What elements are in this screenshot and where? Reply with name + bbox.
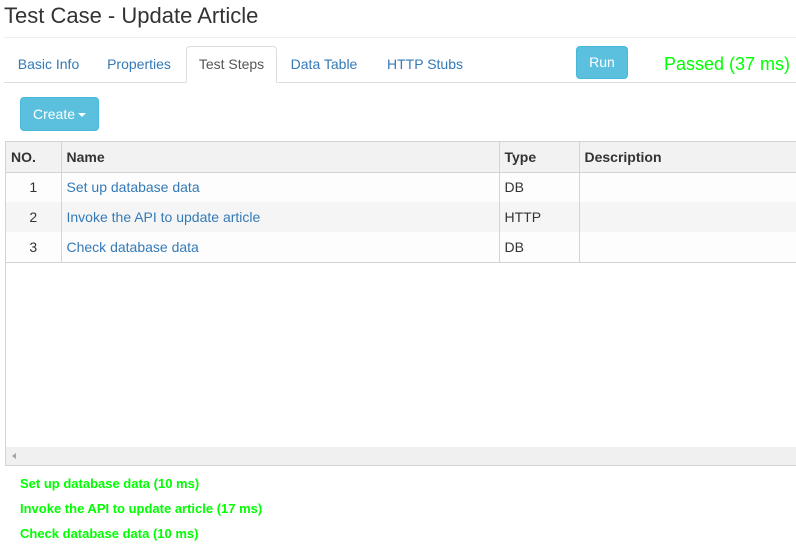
cell-no: 3 — [6, 232, 62, 263]
cell-description[interactable] — [579, 232, 796, 263]
tab-basic-info[interactable]: Basic Info — [4, 46, 93, 82]
horizontal-scrollbar[interactable] — [6, 447, 796, 465]
step-result: Set up database data (10 ms) — [20, 476, 200, 491]
title-divider — [4, 37, 796, 38]
column-header-description[interactable]: Description — [579, 142, 796, 173]
step-result: Check database data (10 ms) — [20, 526, 199, 541]
cell-no: 1 — [6, 172, 62, 202]
step-results: Set up database data (10 ms) Invoke the … — [20, 474, 262, 549]
cell-no: 2 — [6, 202, 62, 232]
cell-name: Check database data — [61, 232, 500, 263]
tab-data-table[interactable]: Data Table — [278, 46, 370, 82]
table-row[interactable]: 2 Invoke the API to update article HTTP — [6, 202, 796, 232]
column-header-no[interactable]: NO. — [6, 142, 62, 173]
tab-test-steps[interactable]: Test Steps — [186, 46, 277, 83]
page-title: Test Case - Update Article — [4, 3, 259, 28]
step-name-link[interactable]: Check database data — [67, 239, 199, 255]
table-row[interactable]: 1 Set up database data DB — [6, 172, 796, 202]
cell-type: HTTP — [499, 202, 580, 232]
cell-description[interactable] — [579, 202, 796, 232]
step-name-link[interactable]: Invoke the API to update article — [67, 209, 261, 225]
column-header-type[interactable]: Type — [499, 142, 580, 173]
caret-down-icon — [78, 113, 87, 118]
cell-type: DB — [499, 232, 580, 263]
column-header-name[interactable]: Name — [61, 142, 500, 173]
table-header-row: NO. Name Type Description — [6, 142, 796, 173]
create-dropdown-button[interactable]: Create — [20, 97, 99, 131]
cell-type: DB — [499, 172, 580, 202]
cell-description[interactable] — [579, 172, 796, 202]
tab-properties[interactable]: Properties — [93, 46, 185, 82]
create-label: Create — [32, 106, 76, 122]
test-steps-table: NO. Name Type Description 1 Set up datab… — [6, 142, 796, 263]
step-result: Invoke the API to update article (17 ms) — [20, 501, 263, 516]
scroll-left-arrow-icon[interactable] — [12, 453, 16, 459]
run-button[interactable]: Run — [576, 46, 628, 79]
cell-name: Invoke the API to update article — [61, 202, 500, 232]
tab-http-stubs[interactable]: HTTP Stubs — [370, 46, 480, 82]
step-name-link[interactable]: Set up database data — [67, 179, 200, 195]
cell-name: Set up database data — [61, 172, 500, 202]
table-row[interactable]: 3 Check database data DB — [6, 232, 796, 263]
run-status: Passed (37 ms) — [664, 54, 791, 74]
test-steps-grid: NO. Name Type Description 1 Set up datab… — [5, 141, 796, 466]
